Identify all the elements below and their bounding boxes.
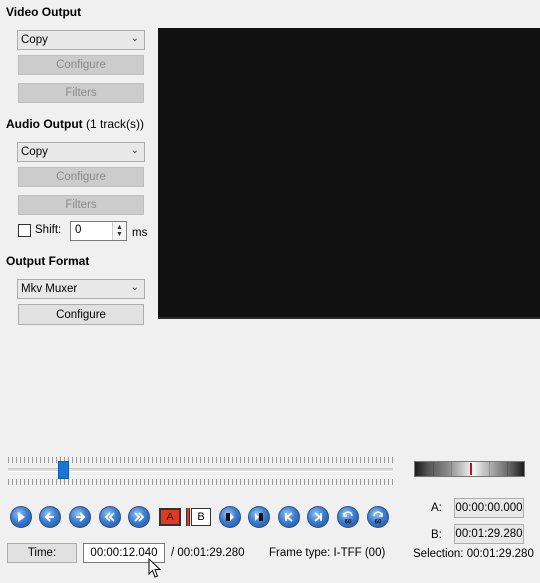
forward-one-minute-button[interactable]: 60: [367, 506, 389, 528]
set-marker-a-button[interactable]: A: [159, 508, 181, 526]
previous-keyframe-button[interactable]: [99, 506, 121, 528]
forward-60-icon: 60: [373, 511, 383, 525]
video-codec-select[interactable]: Copy ⌄: [17, 30, 145, 50]
goto-end-button[interactable]: [307, 506, 329, 528]
shift-checkbox[interactable]: [18, 224, 31, 237]
previous-frame-button[interactable]: [39, 506, 61, 528]
total-duration: / 00:01:29.280: [171, 547, 245, 559]
muxer-value: Mkv Muxer: [21, 283, 78, 295]
marker-b-time-field: 00:01:29.280: [454, 524, 524, 544]
set-marker-b-button[interactable]: B: [191, 508, 211, 526]
slider-ticks-bottom: [8, 479, 393, 485]
video-codec-value: Copy: [21, 34, 48, 46]
skip-end-icon: [314, 512, 322, 522]
goto-marker-a-icon: [226, 513, 234, 521]
marker-b-label: B: [197, 511, 205, 523]
goto-start-button[interactable]: [278, 506, 300, 528]
timeline-slider[interactable]: [8, 455, 393, 485]
rewind-icon: [104, 512, 115, 522]
video-filters-button[interactable]: Filters: [18, 83, 144, 103]
marker-separator: [186, 508, 190, 526]
shift-value: 0: [75, 224, 82, 236]
skip-start-icon: [285, 512, 293, 522]
selection-duration: Selection: 00:01:29.280: [413, 548, 534, 560]
next-keyframe-button[interactable]: [128, 506, 150, 528]
muxer-configure-button[interactable]: Configure: [18, 304, 144, 325]
jog-center-marker: [469, 463, 472, 475]
chevron-down-icon: ⌄: [130, 145, 139, 156]
audio-output-title: Audio Output (1 track(s)): [6, 117, 144, 131]
chevron-down-icon: ⌄: [130, 282, 139, 293]
goto-marker-b-button[interactable]: [248, 506, 270, 528]
jog-shuttle[interactable]: [414, 461, 525, 477]
arrow-right-icon: [76, 512, 86, 522]
next-frame-button[interactable]: [69, 506, 91, 528]
mouse-cursor-icon: [148, 558, 162, 578]
arrow-left-icon: [44, 512, 54, 522]
audio-track-count: (1 track(s)): [85, 117, 144, 131]
marker-a-time-field: 00:00:00.000: [454, 498, 524, 518]
shift-unit-label: ms: [132, 227, 148, 239]
video-preview: [158, 28, 540, 319]
marker-b-time-label: B:: [431, 529, 442, 541]
fast-forward-icon: [134, 512, 145, 522]
audio-codec-value: Copy: [21, 146, 48, 158]
back-one-minute-button[interactable]: 60: [337, 506, 359, 528]
goto-marker-b-icon: [255, 513, 263, 521]
shift-label: Shift:: [35, 224, 62, 236]
spin-arrows-icon[interactable]: ▲ ▼: [112, 222, 126, 240]
audio-output-label: Audio Output: [6, 117, 83, 131]
play-icon: [18, 512, 25, 522]
output-format-title: Output Format: [6, 254, 90, 268]
marker-a-time-label: A:: [431, 502, 442, 514]
svg-text:60: 60: [345, 520, 352, 525]
audio-codec-select[interactable]: Copy ⌄: [17, 142, 145, 162]
frame-type: Frame type: I-TFF (00): [269, 547, 386, 559]
chevron-down-icon: ⌄: [130, 33, 139, 44]
audio-filters-button[interactable]: Filters: [18, 195, 144, 215]
time-button[interactable]: Time:: [7, 543, 77, 563]
svg-text:60: 60: [375, 520, 382, 525]
slider-thumb[interactable]: [58, 461, 69, 479]
marker-a-label: A: [166, 511, 174, 523]
video-output-title: Video Output: [6, 5, 82, 19]
play-button[interactable]: [10, 506, 32, 528]
shift-spinbox[interactable]: 0 ▲ ▼: [70, 221, 127, 241]
audio-configure-button[interactable]: Configure: [18, 167, 144, 187]
goto-marker-a-button[interactable]: [219, 506, 241, 528]
back-60-icon: 60: [343, 511, 353, 525]
video-configure-button[interactable]: Configure: [18, 55, 144, 75]
muxer-select[interactable]: Mkv Muxer ⌄: [17, 279, 145, 299]
